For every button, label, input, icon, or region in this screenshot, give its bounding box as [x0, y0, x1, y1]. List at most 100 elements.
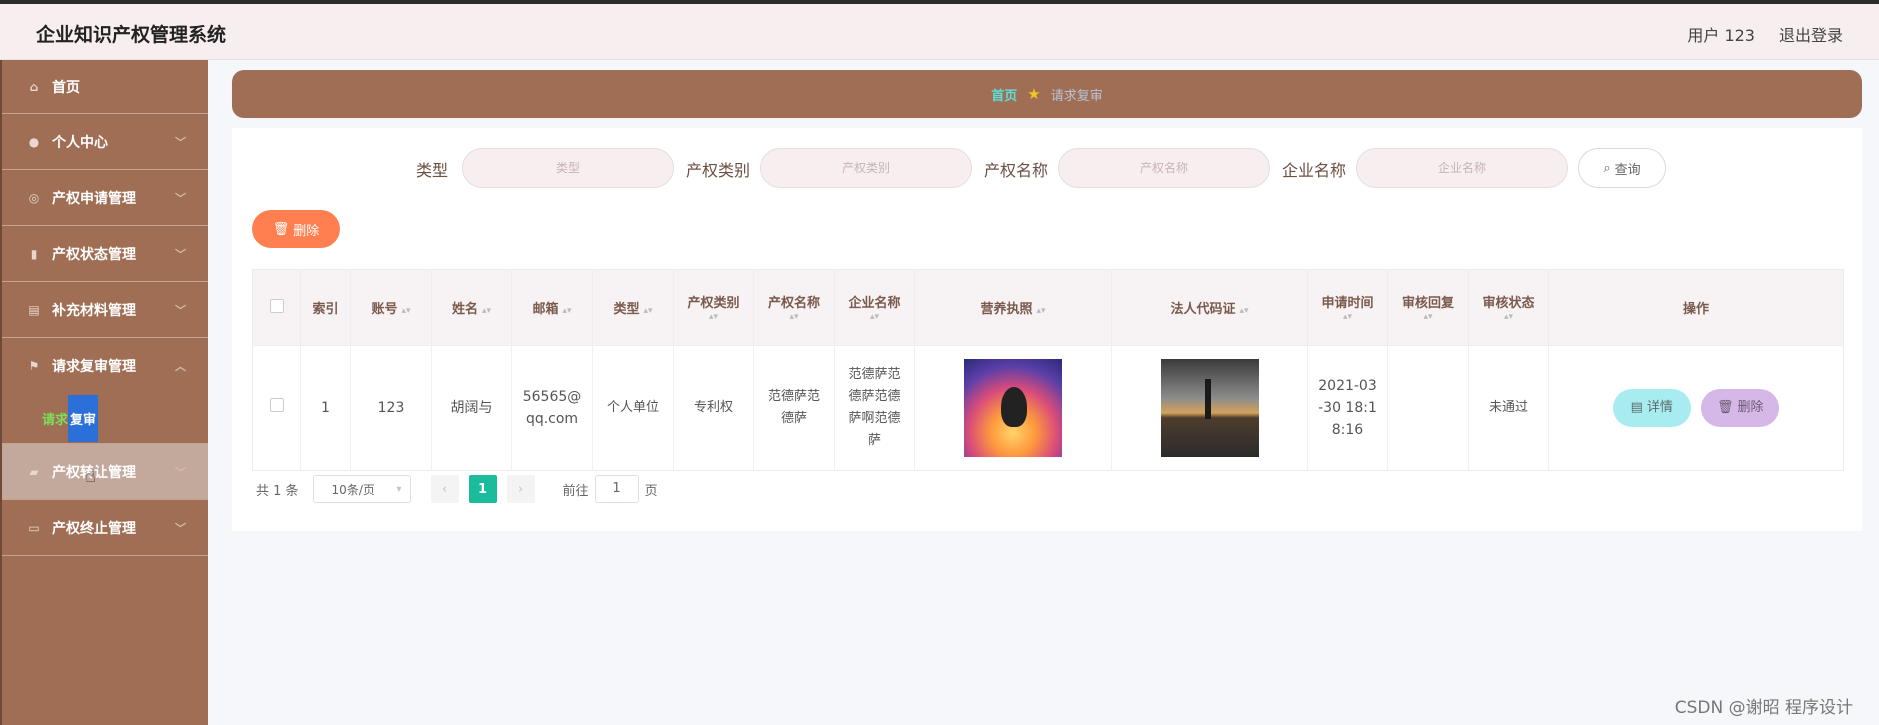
current-user: 用户 123: [1687, 26, 1755, 45]
col-header[interactable]: 法人代码证 ▴▾: [1111, 269, 1308, 346]
detail-button[interactable]: ▤ 详情: [1612, 389, 1691, 427]
col-header[interactable]: 营养执照 ▴▾: [914, 269, 1112, 346]
cell-type: 个人单位: [592, 345, 674, 471]
search-input-type[interactable]: 类型: [462, 148, 674, 188]
col-header-label: 申请时间: [1321, 296, 1374, 311]
cell-apply-time: 2021-03-30 18:18:16: [1307, 345, 1388, 471]
search-label-type: 类型: [416, 161, 449, 180]
cell-review-reply: [1387, 345, 1469, 471]
col-header[interactable]: 企业名称 ▴▾: [834, 269, 915, 346]
sidebar-item-label: 首页: [52, 79, 80, 96]
sidebar: ⌂ 首页 ● 个人中心 ﹀ ◎ 产权申请管理 ﹀ ▮ 产权状态管理 ﹀ ▤ 补充…: [0, 60, 208, 725]
sidebar-item-termination[interactable]: ▭ 产权终止管理 ﹀: [2, 500, 208, 556]
chevron-down-icon: ﹀: [175, 522, 186, 535]
col-header[interactable]: 产权类别 ▴▾: [673, 269, 754, 346]
sidebar-item-label: 产权终止管理: [52, 520, 136, 537]
lake-tree-image[interactable]: [1160, 359, 1259, 457]
col-header[interactable]: 邮箱 ▴▾: [511, 269, 593, 346]
search-input-category[interactable]: 产权类别: [760, 148, 972, 188]
col-header-label: 姓名: [451, 302, 478, 317]
sidebar-item-materials[interactable]: ▤ 补充材料管理 ﹀: [2, 282, 208, 338]
sort-icon: ▴▾: [401, 306, 411, 316]
select-all-checkbox[interactable]: [269, 298, 284, 313]
sidebar-item-label: 请求复审管理: [52, 359, 136, 375]
submenu-label-part: 复审: [68, 395, 99, 442]
col-header[interactable]: 账号 ▴▾: [350, 269, 432, 346]
chevron-right-icon: ›: [517, 481, 524, 497]
cell-review-status: 未通过: [1468, 345, 1549, 471]
batch-delete-button[interactable]: 🗑 删除: [252, 210, 340, 248]
row-delete-button[interactable]: 🗑 删除: [1701, 389, 1780, 427]
col-header-label: 账号: [371, 302, 398, 317]
sort-icon: ▴▾: [1239, 306, 1249, 316]
cell-email: 56565@qq.com: [511, 345, 593, 471]
next-page-button[interactable]: ›: [506, 475, 535, 503]
sunset-dolphin-image[interactable]: [964, 359, 1062, 457]
breadcrumb-home[interactable]: 首页: [991, 85, 1017, 104]
breadcrumb-current: 请求复审: [1050, 88, 1103, 104]
prev-page-button[interactable]: ‹: [430, 475, 459, 503]
pagination-total: 共 1 条: [256, 483, 299, 499]
search-label-company: 企业名称: [1282, 161, 1347, 180]
search-button[interactable]: ⌕ 查询: [1578, 148, 1666, 188]
col-header[interactable]: 审核状态 ▴▾: [1468, 269, 1549, 346]
cell-account: 123: [350, 345, 432, 471]
col-header[interactable]: 类型 ▴▾: [592, 269, 674, 346]
app-title: 企业知识产权管理系统: [36, 24, 227, 46]
document-icon: ▤: [28, 302, 40, 317]
col-header: 索引: [300, 269, 351, 346]
sidebar-item-ip-apply[interactable]: ◎ 产权申请管理 ﹀: [2, 170, 208, 226]
sidebar-item-label: 个人中心: [52, 134, 108, 151]
delete-label: 删除: [293, 223, 320, 239]
col-header[interactable]: 申请时间 ▴▾: [1307, 269, 1388, 346]
chevron-down-icon: ﹀: [175, 248, 186, 261]
trash-icon: 🗑: [1716, 400, 1734, 415]
chevron-down-icon: ▾: [396, 483, 402, 495]
sort-icon: ▴▾: [481, 306, 492, 316]
watermark: CSDN @谢昭 程序设计: [1674, 698, 1853, 718]
user-icon: ●: [28, 134, 40, 149]
page-number-current[interactable]: 1: [468, 475, 497, 503]
col-header-label: 企业名称: [848, 296, 901, 311]
search-button-label: 查询: [1614, 162, 1641, 178]
col-header[interactable]: 产权名称 ▴▾: [753, 269, 835, 346]
home-icon: ⌂: [29, 79, 39, 94]
chevron-down-icon: ﹀: [175, 136, 186, 149]
search-label-category: 产权类别: [686, 161, 751, 180]
sort-icon: ▴▾: [1423, 312, 1433, 322]
sidebar-item-home[interactable]: ⌂ 首页: [2, 60, 208, 114]
col-header-label: 审核回复: [1401, 296, 1454, 311]
logout-link[interactable]: 退出登录: [1779, 22, 1843, 46]
sidebar-item-ip-status[interactable]: ▮ 产权状态管理 ﹀: [2, 226, 208, 282]
search-label-ip-name: 产权名称: [984, 161, 1049, 180]
globe-icon: ◎: [28, 190, 40, 205]
main-content: 首页 ★ 请求复审 类型 类型 产权类别 产权类别 产权名称 产权名称 企业名称…: [208, 60, 1879, 725]
page-size-select[interactable]: 10条/页 ▾: [312, 475, 411, 503]
sidebar-item-review[interactable]: ⚑ 请求复审管理 ︿: [2, 338, 208, 394]
chevron-down-icon: ﹀: [175, 304, 186, 317]
search-icon: ⌕: [1603, 160, 1611, 176]
table-header-row: 索引 账号 ▴▾ 姓名 ▴▾ 邮箱 ▴▾ 类型 ▴▾ 产权类别 ▴▾ 产权名称 ▴▾ 企业名…: [252, 269, 1844, 346]
thumb-icon: ▰: [29, 464, 39, 479]
sort-icon: ▴▾: [708, 312, 719, 322]
breadcrumb: 首页 ★ 请求复审: [232, 70, 1862, 118]
sort-icon: ▴▾: [1503, 312, 1514, 322]
cell-legal-image: [1111, 345, 1308, 471]
chevron-down-icon: ﹀: [175, 192, 186, 205]
col-header-label: 法人代码证: [1170, 302, 1236, 317]
sidebar-item-transfer[interactable]: ▰ 产权转让管理 ﹀: [2, 444, 208, 500]
col-header[interactable]: 审核回复 ▴▾: [1387, 269, 1469, 346]
col-header-label: 审核状态: [1482, 296, 1535, 311]
row-checkbox[interactable]: [269, 398, 284, 412]
search-input-company[interactable]: 企业名称: [1356, 148, 1568, 188]
submenu-item-review-request[interactable]: 请求 复审: [2, 394, 208, 444]
chevron-up-icon: ︿: [175, 360, 186, 373]
goto-page-input[interactable]: 1: [594, 475, 639, 503]
sidebar-item-personal[interactable]: ● 个人中心 ﹀: [2, 114, 208, 170]
col-header[interactable]: 姓名 ▴▾: [431, 269, 512, 346]
row-delete-label: 删除: [1737, 400, 1764, 415]
chat-icon: ▭: [28, 520, 40, 535]
sort-icon: ▴▾: [789, 312, 799, 322]
detail-label: 详情: [1646, 400, 1673, 415]
search-input-ip-name[interactable]: 产权名称: [1058, 148, 1270, 188]
